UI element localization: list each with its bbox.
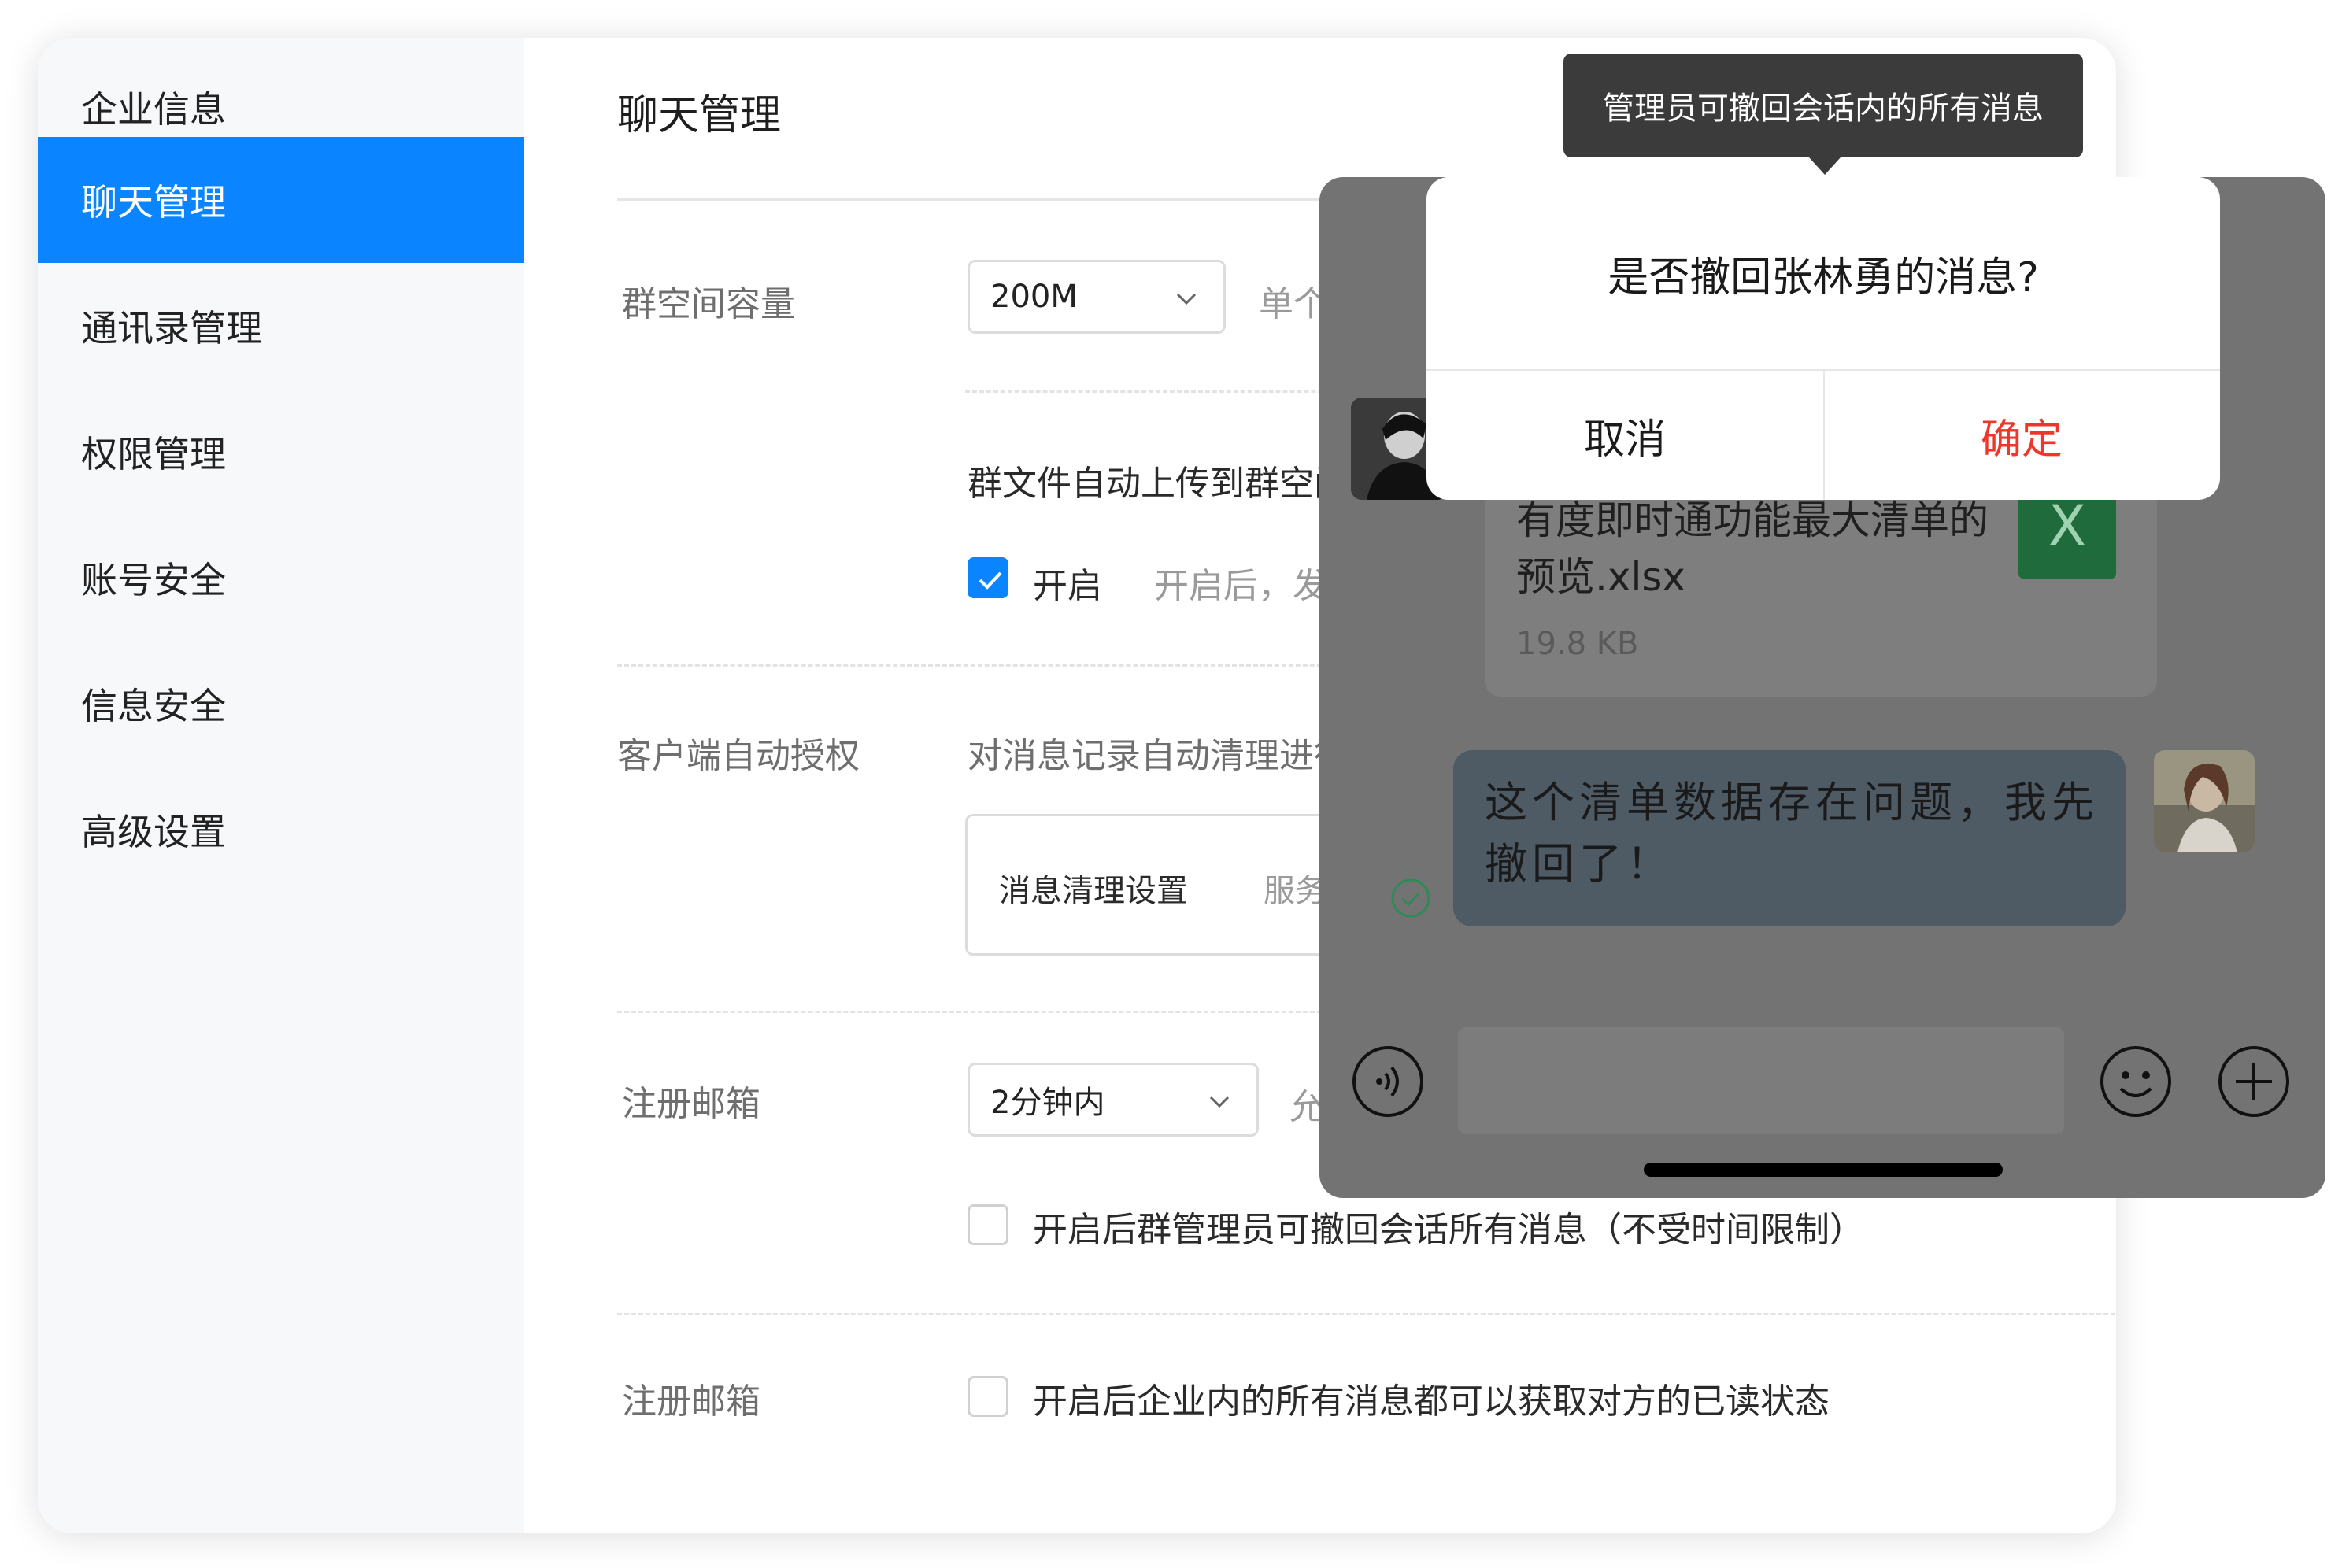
sidebar-item-label: 高级设置 <box>81 811 226 853</box>
tooltip: 管理员可撤回会话内的所有消息 <box>1563 54 2083 157</box>
sent-check-icon <box>1391 878 1430 918</box>
admin-recall-checkbox[interactable] <box>968 1204 1008 1245</box>
setting-label: 消息清理设置 <box>999 873 1188 909</box>
confirm-button[interactable]: 确定 <box>1823 371 2220 500</box>
sidebar-item-info-security[interactable]: 信息安全 <box>38 641 524 767</box>
sidebar-item-contacts[interactable]: 通讯录管理 <box>38 263 524 389</box>
text-message-bubble[interactable]: 这个清单数据存在问题，我先撤回了！ <box>1453 750 2126 926</box>
read-status-text: 开启后企业内的所有消息都可以获取对方的已读状态 <box>1033 1381 1830 1422</box>
read-status-checkbox[interactable] <box>968 1376 1008 1417</box>
group-space-label: 群空间容量 <box>622 284 795 324</box>
sidebar-item-permissions[interactable]: 权限管理 <box>38 389 524 515</box>
sidebar: 企业信息 聊天管理 通讯录管理 权限管理 账号安全 信息安全 高级设置 <box>38 38 524 1533</box>
sidebar-item-advanced[interactable]: 高级设置 <box>38 767 524 893</box>
message-text: 这个清单数据存在问题，我先撤回了！ <box>1485 778 2099 889</box>
auto-upload-text: 群文件自动上传到群空间 <box>968 464 1349 504</box>
dialog-title: 是否撤回张林勇的消息? <box>1608 253 2039 301</box>
cancel-button[interactable]: 取消 <box>1426 371 1823 500</box>
plus-icon[interactable] <box>2217 1045 2291 1119</box>
file-icon-letter: X <box>2048 494 2086 558</box>
sidebar-item-label: 权限管理 <box>81 433 226 475</box>
select-value: 200M <box>990 279 1078 315</box>
client-auth-label: 客户端自动授权 <box>617 736 860 776</box>
check-icon <box>979 571 1002 590</box>
select-value: 2分钟内 <box>990 1085 1105 1121</box>
avatar <box>2154 750 2255 852</box>
page-title: 聊天管理 <box>617 92 782 139</box>
recall-time-select[interactable]: 2分钟内 <box>968 1063 1259 1137</box>
enable-auto-upload-checkbox[interactable] <box>968 557 1008 598</box>
sidebar-item-label: 信息安全 <box>81 685 226 727</box>
sidebar-item-label: 聊天管理 <box>81 181 226 224</box>
tooltip-arrow <box>1809 157 1841 175</box>
sidebar-item-chat-management[interactable]: 聊天管理 <box>38 137 524 263</box>
dashed-divider <box>617 1313 2116 1315</box>
chevron-down-icon <box>1176 293 1197 305</box>
sidebar-item-account-security[interactable]: 账号安全 <box>38 515 524 641</box>
enable-label: 开启 <box>1033 566 1102 606</box>
sidebar-item-label: 企业信息 <box>81 88 226 131</box>
recall-label: 注册邮箱 <box>622 1084 760 1124</box>
read-status-label: 注册邮箱 <box>622 1381 760 1422</box>
message-input[interactable] <box>1458 1027 2064 1134</box>
sidebar-item-label: 通讯录管理 <box>81 307 262 349</box>
home-indicator <box>1644 1163 2003 1177</box>
emoji-icon[interactable] <box>2099 1045 2173 1119</box>
admin-recall-text: 开启后群管理员可撤回会话所有消息（不受时间限制） <box>1033 1210 1864 1250</box>
file-name: 有度即时通功能最大清单的预览.xlsx <box>1516 497 1989 600</box>
group-space-select[interactable]: 200M <box>968 260 1226 334</box>
sidebar-item-label: 账号安全 <box>81 559 226 601</box>
voice-icon[interactable] <box>1351 1045 1425 1119</box>
chevron-down-icon <box>1209 1096 1230 1108</box>
recall-confirm-dialog: 是否撤回张林勇的消息? 取消 确定 <box>1426 177 2220 500</box>
tooltip-text: 管理员可撤回会话内的所有消息 <box>1603 91 2044 127</box>
avatar-portrait-icon <box>2154 750 2255 852</box>
client-auth-desc: 对消息记录自动清理进行 <box>968 736 1349 776</box>
file-size: 19.8 KB <box>1516 626 1639 662</box>
